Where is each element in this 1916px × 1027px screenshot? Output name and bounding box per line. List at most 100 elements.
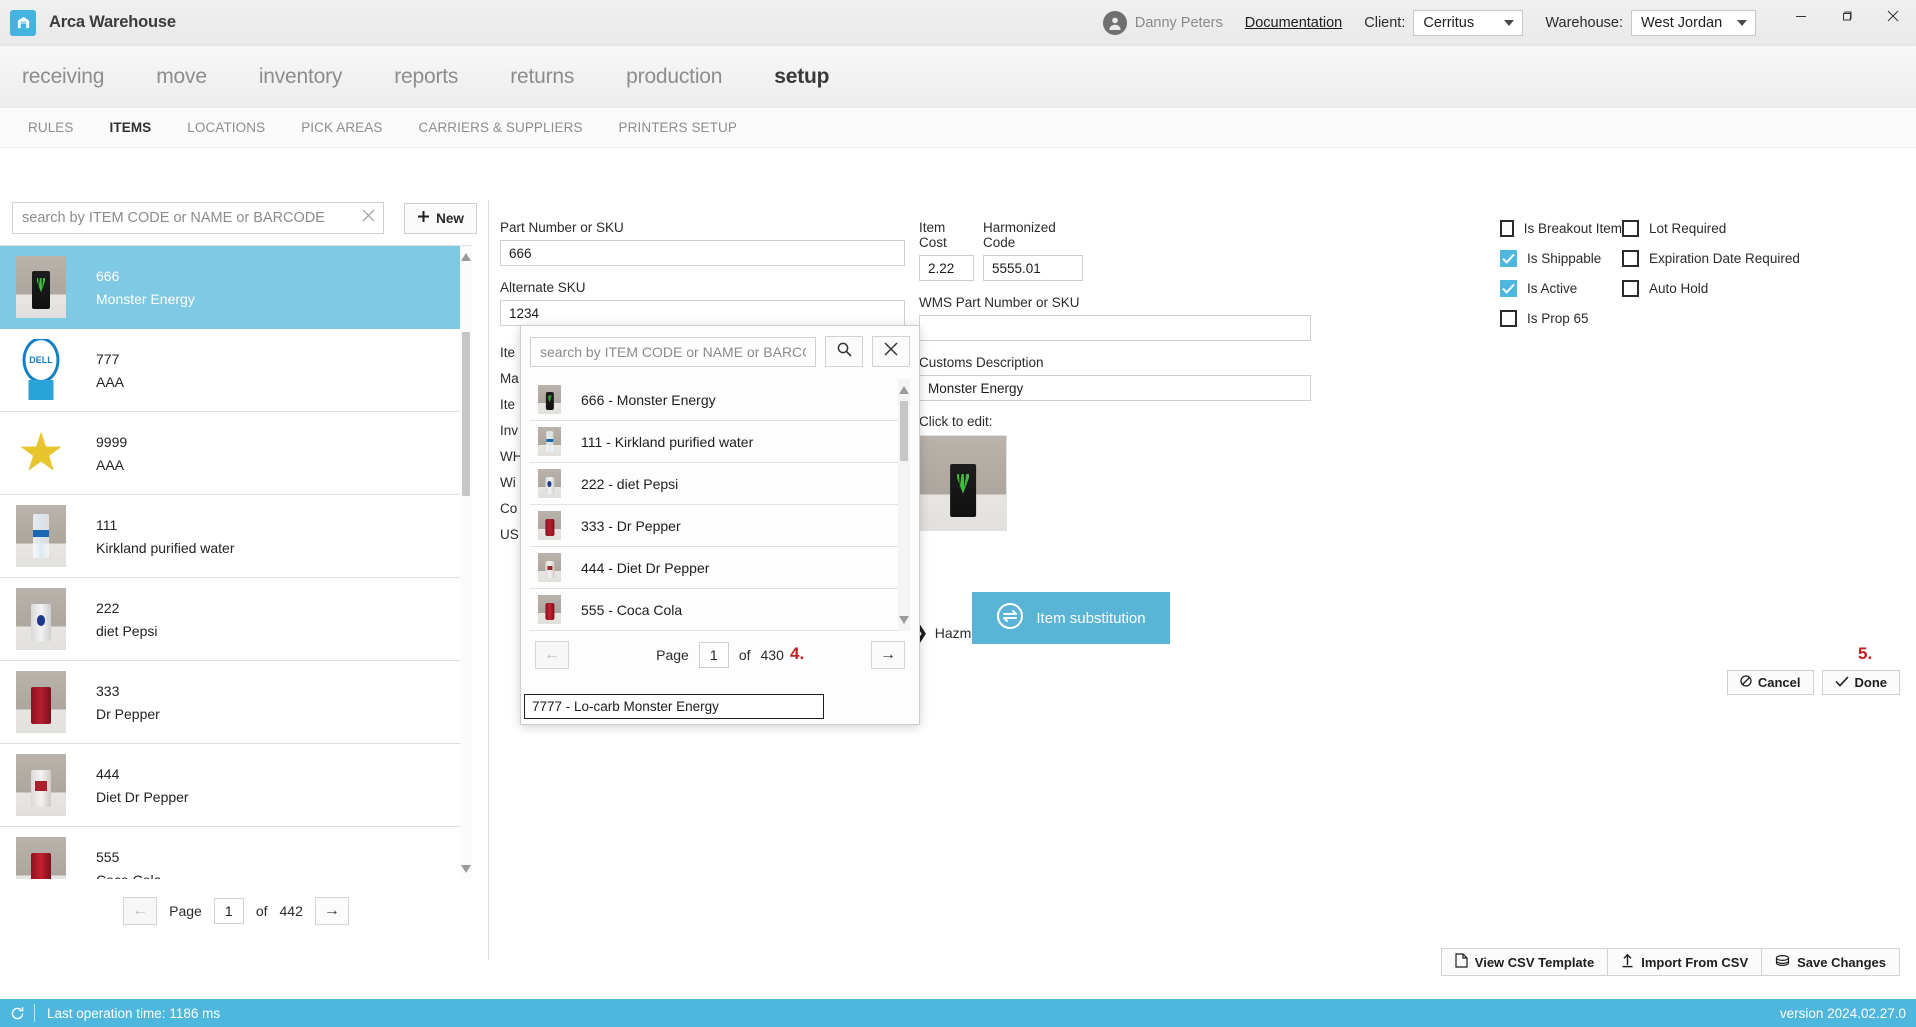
tab-printers-setup[interactable]: PRINTERS SETUP [619, 120, 737, 135]
modal-list-item[interactable]: 111 - Kirkland purified water [530, 421, 910, 463]
tab-carriers-suppliers[interactable]: CARRIERS & SUPPLIERS [419, 120, 583, 135]
modal-item-label: 555 - Coca Cola [581, 601, 683, 618]
save-changes-button[interactable]: Save Changes [1761, 948, 1900, 976]
warehouse-select[interactable]: West Jordan [1631, 9, 1756, 36]
search-box[interactable] [12, 202, 384, 234]
nav-item-receiving[interactable]: receiving [22, 65, 104, 89]
modal-item-label: 444 - Diet Dr Pepper [581, 559, 710, 576]
sidebar-pagination: ← Page of 442 → [0, 897, 472, 925]
item-picker-modal: 666 - Monster Energy 111 - Kirkland puri… [520, 325, 920, 725]
modal-next-page-button[interactable]: → [871, 641, 905, 669]
list-item[interactable]: 111 Kirkland purified water [0, 495, 472, 578]
nav-item-returns[interactable]: returns [510, 65, 574, 89]
checkbox-is-active[interactable]: Is Active [1500, 280, 1622, 297]
scrollbar-thumb[interactable] [900, 401, 908, 461]
checkbox-box [1622, 280, 1639, 297]
chevron-down-icon [1737, 19, 1747, 26]
selected-item-field[interactable]: 7777 - Lo-carb Monster Energy [524, 694, 824, 719]
modal-list-item[interactable]: 333 - Dr Pepper [530, 505, 910, 547]
titlebar-right: Danny Peters Documentation Client: Cerri… [1102, 0, 1916, 46]
search-input[interactable] [13, 203, 383, 233]
harmonized-code-field[interactable]: 5555.01 [983, 255, 1083, 281]
application-window: Arca Warehouse Danny Peters Documentatio… [0, 0, 1916, 1027]
checkbox-label: Lot Required [1649, 221, 1727, 236]
nav-item-reports[interactable]: reports [394, 65, 458, 89]
modal-list-item[interactable]: 555 - Coca Cola [530, 589, 910, 631]
part-number-field[interactable]: 666 [500, 240, 905, 266]
modal-previous-page-button[interactable]: ← [535, 641, 569, 669]
modal-search-input[interactable] [531, 337, 815, 366]
modal-list-item[interactable]: 666 - Monster Energy [530, 379, 910, 421]
done-button[interactable]: Done [1821, 670, 1900, 695]
scroll-up-icon[interactable] [899, 381, 909, 399]
nav-item-inventory[interactable]: inventory [259, 65, 343, 89]
scroll-down-icon[interactable] [899, 611, 909, 629]
item-cost-field[interactable]: 2.22 [919, 255, 974, 281]
customs-description-field[interactable]: Monster Energy [919, 375, 1311, 401]
view-csv-template-button[interactable]: View CSV Template [1440, 948, 1609, 976]
modal-list-item[interactable]: 444 - Diet Dr Pepper [530, 547, 910, 589]
modal-search-box[interactable] [530, 336, 816, 367]
checkbox-label: Is Shippable [1527, 251, 1602, 266]
item-name: Dr Pepper [96, 705, 160, 722]
maximize-button[interactable] [1824, 0, 1870, 32]
check-icon [1834, 675, 1849, 690]
list-item[interactable]: ★ 9999 AAA [0, 412, 472, 495]
client-value: Cerritus [1423, 14, 1475, 31]
modal-search-button[interactable] [825, 336, 863, 367]
app-version: version 2024.02.27.0 [1779, 1005, 1906, 1021]
checkbox-lot-required[interactable]: Lot Required [1622, 220, 1890, 237]
modal-list-scrollbar[interactable] [898, 379, 910, 631]
modal-page-number-input[interactable] [698, 642, 729, 668]
tab-pick-areas[interactable]: PICK AREAS [301, 120, 382, 135]
modal-list-item[interactable]: 222 - diet Pepsi [530, 463, 910, 505]
item-substitution-button[interactable]: Item substitution [972, 592, 1170, 644]
scrollbar-thumb[interactable] [462, 332, 470, 496]
plus-icon [417, 210, 430, 226]
checkbox-is-prop-65[interactable]: Is Prop 65 [1500, 310, 1622, 327]
alternate-sku-field[interactable]: 1234 [500, 300, 905, 326]
list-item[interactable]: 666 Monster Energy [0, 246, 472, 329]
checkbox-auto-hold[interactable]: Auto Hold [1622, 280, 1890, 297]
close-button[interactable] [1870, 0, 1916, 32]
modal-close-button[interactable] [872, 336, 910, 367]
list-item[interactable]: 444 Diet Dr Pepper [0, 744, 472, 827]
wms-part-number-field[interactable] [919, 315, 1311, 341]
scroll-up-icon[interactable] [461, 248, 471, 266]
next-page-button[interactable]: → [314, 897, 349, 925]
checkbox-is-shippable[interactable]: Is Shippable [1500, 250, 1622, 267]
nav-item-production[interactable]: production [626, 65, 722, 89]
refresh-icon[interactable] [0, 1006, 34, 1021]
checkbox-expiration-date-required[interactable]: Expiration Date Required [1622, 250, 1890, 267]
checkbox-is-breakout-item[interactable]: Is Breakout Item [1500, 220, 1622, 237]
minimize-button[interactable] [1778, 0, 1824, 32]
item-code: 222 [96, 599, 120, 616]
checkbox-label: Auto Hold [1649, 281, 1709, 296]
checkbox-label: Is Prop 65 [1527, 311, 1589, 326]
tab-locations[interactable]: LOCATIONS [187, 120, 265, 135]
scroll-down-icon[interactable] [461, 860, 471, 878]
import-from-csv-button[interactable]: Import From CSV [1607, 948, 1763, 976]
nav-item-setup[interactable]: setup [774, 65, 829, 89]
list-item[interactable]: DELL 777 AAA [0, 329, 472, 412]
item-thumbnail [16, 671, 66, 733]
new-item-button[interactable]: New [404, 202, 477, 234]
modal-item-list[interactable]: 666 - Monster Energy 111 - Kirkland puri… [530, 379, 910, 631]
item-list-scrollbar[interactable] [460, 246, 472, 879]
list-item[interactable]: 333 Dr Pepper [0, 661, 472, 744]
nav-item-move[interactable]: move [156, 65, 207, 89]
list-item[interactable]: 222 diet Pepsi [0, 578, 472, 661]
list-item[interactable]: 555 Coca Cola [0, 827, 472, 879]
cancel-button[interactable]: Cancel [1726, 670, 1814, 695]
tab-rules[interactable]: RULES [28, 120, 74, 135]
tab-items[interactable]: ITEMS [110, 120, 152, 135]
clear-search-icon[interactable] [362, 209, 375, 227]
item-list[interactable]: 666 Monster Energy DELL 777 AAA ★ 9999 A… [0, 245, 472, 879]
documentation-link[interactable]: Documentation [1245, 15, 1343, 31]
page-number-input[interactable] [213, 898, 244, 924]
items-sidebar: New 666 Monster Energy DELL 777 AAA [0, 200, 489, 960]
item-photo[interactable] [919, 435, 1007, 531]
client-select[interactable]: Cerritus [1413, 9, 1524, 36]
sidebar-divider [488, 200, 489, 960]
previous-page-button[interactable]: ← [123, 897, 158, 925]
